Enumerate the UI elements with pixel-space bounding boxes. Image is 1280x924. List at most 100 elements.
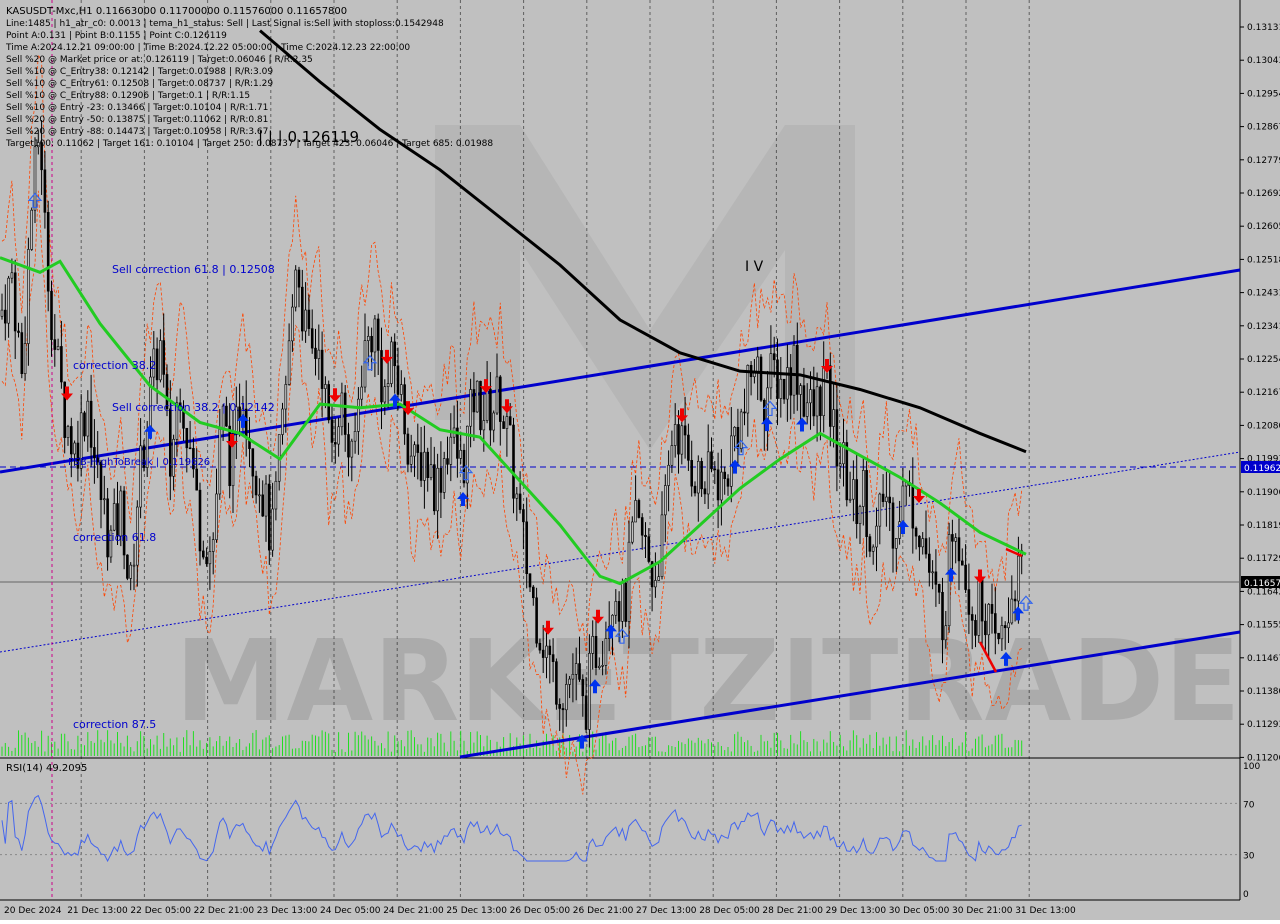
- candle-body: [756, 356, 760, 374]
- candle-body: [855, 479, 859, 524]
- candle-body: [901, 485, 905, 522]
- candle-body: [881, 493, 885, 502]
- candle-body: [439, 467, 443, 493]
- candle-body: [779, 378, 783, 399]
- price-tick-label: 0.11467: [1247, 654, 1280, 664]
- price-tick-label: 0.13043: [1247, 56, 1280, 66]
- candle-body: [442, 458, 446, 493]
- candle-body: [993, 613, 997, 634]
- candle-body: [512, 424, 515, 499]
- candle-body: [366, 335, 370, 341]
- candle-body: [215, 493, 218, 540]
- candle-body: [687, 434, 690, 461]
- candle-body: [46, 212, 50, 292]
- candle-body: [858, 506, 862, 524]
- candle-body: [911, 485, 915, 529]
- price-tick-label: 0.11293: [1247, 720, 1280, 730]
- candle-body: [333, 442, 337, 445]
- candle-body: [832, 409, 835, 427]
- candle-body: [647, 536, 651, 562]
- price-tick-label: 0.11729: [1247, 554, 1280, 564]
- candle-body: [393, 341, 397, 367]
- candle-body: [918, 535, 921, 548]
- candle-body: [997, 632, 1000, 640]
- candle-body: [634, 500, 637, 523]
- candle-body: [155, 348, 159, 381]
- candle-body: [739, 411, 743, 449]
- wave-label: I V: [745, 259, 764, 275]
- candle-body: [376, 318, 380, 351]
- price-tick-label: 0.12779: [1247, 156, 1280, 166]
- rsi-panel[interactable]: [0, 759, 1240, 900]
- candle-body: [941, 591, 944, 641]
- candle-body: [957, 537, 961, 562]
- info-line: Sell %10 @ Entry -23: 0.13466 | Target:0…: [6, 103, 268, 113]
- info-line: Sell %20 @ Entry -88: 0.14473 | Target:0…: [6, 127, 268, 137]
- candle-body: [987, 604, 991, 636]
- time-label: 24 Dec 21:00: [383, 906, 444, 916]
- candle-body: [591, 636, 595, 654]
- candle-body: [195, 468, 198, 491]
- candle-body: [83, 412, 86, 437]
- candle-body: [294, 269, 298, 308]
- candle-body: [621, 582, 624, 622]
- candle-body: [310, 328, 314, 349]
- candle-body: [924, 538, 928, 555]
- time-label: 26 Dec 05:00: [510, 906, 571, 916]
- candle-body: [723, 471, 727, 479]
- candle-body: [413, 444, 416, 457]
- candle-body: [353, 431, 357, 442]
- candle-body: [815, 386, 819, 417]
- candle-body: [657, 576, 661, 581]
- price-tick-label: 0.12867: [1247, 123, 1280, 133]
- candle-body: [597, 665, 601, 668]
- price-tick-label: 0.12341: [1247, 322, 1280, 332]
- candle-body: [525, 521, 529, 574]
- candle-body: [103, 498, 106, 501]
- candle-body: [479, 380, 482, 431]
- candle-body: [475, 380, 479, 413]
- candle-body: [122, 490, 126, 556]
- candle-body: [106, 498, 109, 558]
- candle-body: [838, 463, 842, 467]
- candle-body: [343, 392, 347, 435]
- candle-body: [683, 425, 687, 436]
- candle-body: [347, 434, 350, 458]
- candle-body: [693, 485, 697, 494]
- candle-body: [1000, 625, 1004, 640]
- price-tick-label: 0.11819: [1247, 521, 1280, 531]
- candle-body: [984, 620, 987, 636]
- candle-body: [703, 488, 707, 495]
- candle-body: [1013, 598, 1017, 602]
- time-label: 28 Dec 05:00: [699, 906, 760, 916]
- candle-body: [254, 475, 258, 496]
- candle-body: [927, 553, 931, 573]
- price-tick-label: 0.11555: [1247, 621, 1280, 631]
- candle-body: [568, 678, 571, 685]
- candle-body: [383, 386, 387, 403]
- correction-382: correction 38.2: [73, 359, 156, 372]
- candle-body: [360, 386, 364, 400]
- candle-body: [264, 483, 268, 517]
- candle-body: [459, 449, 463, 459]
- candle-body: [291, 306, 294, 342]
- info-line: Sell %10 @ C_Entry88: 0.12906 | Target:0…: [6, 91, 250, 101]
- candle-body: [937, 584, 941, 593]
- candle-body: [73, 442, 76, 455]
- candle-body: [700, 461, 703, 490]
- rsi-tick-label: 30: [1243, 852, 1255, 862]
- candle-body: [637, 500, 641, 518]
- candle-body: [640, 517, 644, 536]
- candle-body: [762, 399, 766, 423]
- time-label: 27 Dec 13:00: [636, 906, 697, 916]
- candle-body: [871, 546, 875, 552]
- correction-875: correction 87.5: [73, 718, 156, 731]
- info-line: Time A:2024.12.21 09:00:00 | Time B:2024…: [5, 43, 410, 53]
- candle-body: [13, 272, 17, 332]
- rsi-label: RSI(14) 49.2095: [6, 763, 87, 774]
- candle-body: [188, 447, 192, 450]
- candle-body: [584, 695, 588, 730]
- candle-body: [357, 398, 360, 432]
- candle-body: [515, 493, 519, 499]
- candle-body: [485, 388, 489, 421]
